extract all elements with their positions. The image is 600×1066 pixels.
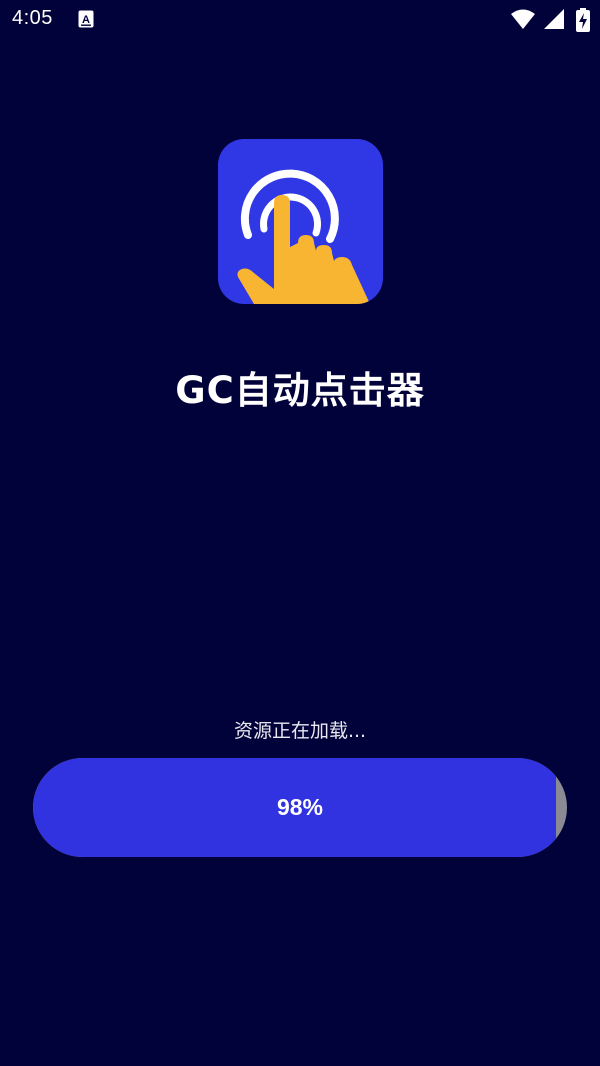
tap-touch-icon [218, 139, 383, 304]
svg-text:A: A [82, 14, 90, 26]
status-icons [510, 8, 592, 32]
app-title: GC自动点击器 [175, 369, 425, 412]
status-bar: 4:05 A [0, 0, 600, 40]
signal-icon [544, 9, 564, 29]
battery-charging-icon [576, 8, 590, 32]
status-time: 4:05 [12, 7, 53, 29]
a-text-icon: A [78, 10, 94, 28]
wifi-icon [511, 9, 535, 29]
progress-bar: 98% [33, 758, 567, 857]
progress-label: 98% [276, 794, 324, 820]
loading-message: 资源正在加载... [233, 720, 367, 742]
